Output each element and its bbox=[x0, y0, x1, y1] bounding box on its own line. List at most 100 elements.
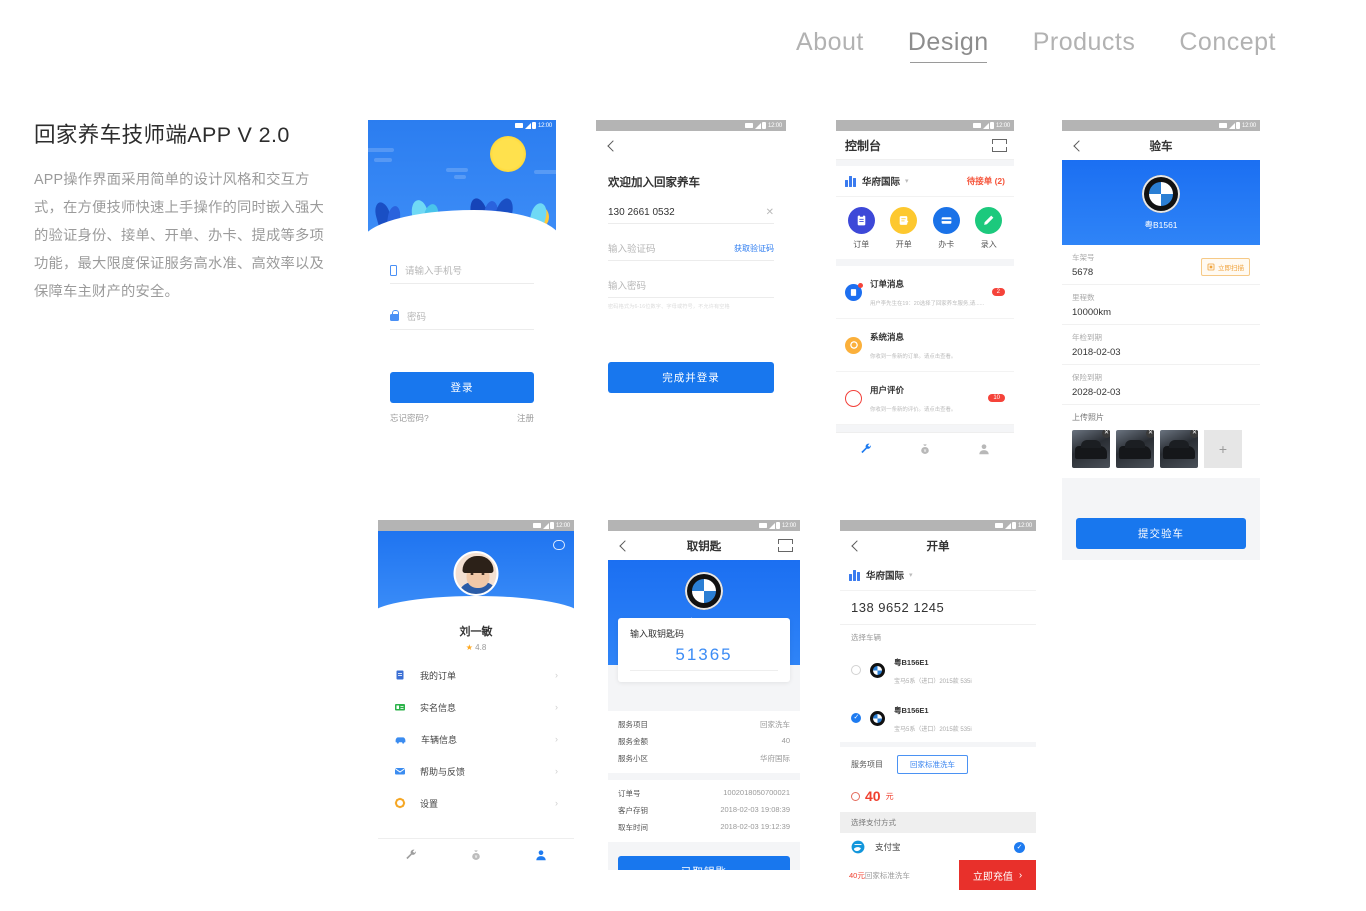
back-icon[interactable] bbox=[1071, 139, 1085, 153]
password-input[interactable]: 输入密码 bbox=[608, 278, 646, 292]
message-row-orders[interactable]: 订单消息 用户李先生在19：20选择了回家养车服务,请...... 2 bbox=[836, 266, 1014, 319]
menu-item-help[interactable]: 帮助与反馈 › bbox=[378, 755, 574, 787]
forgot-password-link[interactable]: 忘记密码? bbox=[390, 412, 429, 424]
nav-item-products[interactable]: Products bbox=[1033, 28, 1136, 63]
payment-option-alipay[interactable]: 支付宝 ✓ bbox=[840, 833, 1036, 862]
back-icon[interactable] bbox=[605, 139, 619, 153]
recharge-button[interactable]: 立即充值 › bbox=[959, 860, 1036, 890]
message-row-reviews[interactable]: 用户评价 你收到一条新的评价。请点击查看。 10 bbox=[836, 372, 1014, 425]
status-time: 12:00 bbox=[995, 122, 1010, 129]
payment-header: 选择支付方式 bbox=[840, 812, 1036, 833]
radio-selected[interactable] bbox=[851, 713, 861, 723]
vehicle-option[interactable]: 粤B156E1 宝马5系（进口）2015款 535i bbox=[840, 646, 1036, 694]
message-row-system[interactable]: 系统消息 你收到一条新的订单。请点击查看。 bbox=[836, 319, 1014, 372]
scan-now-button[interactable]: 立即扫描 bbox=[1201, 258, 1250, 276]
action-entry[interactable]: 录入 bbox=[968, 207, 1011, 250]
register-link[interactable]: 注册 bbox=[517, 412, 534, 424]
avatar[interactable] bbox=[453, 551, 499, 596]
field-value[interactable]: 10000km bbox=[1072, 307, 1250, 318]
gear-icon bbox=[845, 336, 862, 354]
phone-field-row[interactable]: 130 2661 0532 ✕ bbox=[608, 199, 774, 224]
sun-icon bbox=[490, 136, 526, 172]
scan-icon[interactable] bbox=[992, 138, 1007, 152]
add-photo-button[interactable]: + bbox=[1204, 430, 1242, 468]
coin-icon bbox=[851, 791, 860, 801]
phone-input-row[interactable]: 请输入手机号 bbox=[390, 254, 534, 284]
delete-icon[interactable]: ✕ bbox=[1146, 430, 1154, 438]
message-text: 用户评价 你收到一条新的评价。请点击查看。 bbox=[870, 380, 956, 416]
vehicle-plate: 粤B156E1 bbox=[894, 706, 929, 715]
car-icon bbox=[395, 736, 406, 744]
password-field-row[interactable]: 输入密码 bbox=[608, 270, 774, 298]
order-message-icon bbox=[845, 282, 863, 301]
menu-label: 设置 bbox=[420, 798, 439, 809]
photo-thumbnail[interactable]: ✕ bbox=[1160, 430, 1198, 468]
customer-phone[interactable]: 138 9652 1245 bbox=[840, 591, 1036, 625]
signal-icon bbox=[1228, 122, 1235, 129]
spacer bbox=[608, 773, 800, 780]
field-value[interactable]: 2018-02-03 bbox=[1072, 347, 1250, 358]
get-code-button[interactable]: 获取验证码 bbox=[734, 243, 774, 254]
code-input[interactable]: 输入验证码 bbox=[608, 241, 656, 255]
tab-money[interactable]: ¥ bbox=[895, 442, 954, 456]
back-icon[interactable] bbox=[617, 539, 631, 553]
wifi-icon bbox=[973, 123, 982, 128]
back-icon[interactable] bbox=[849, 539, 863, 553]
tab-profile[interactable] bbox=[955, 442, 1014, 456]
delete-icon[interactable]: ✕ bbox=[1190, 430, 1198, 438]
action-billing[interactable]: 开单 bbox=[883, 207, 926, 250]
menu-item-identity[interactable]: 实名信息 › bbox=[378, 691, 574, 723]
code-field-row[interactable]: 输入验证码 获取验证码 bbox=[608, 233, 774, 261]
nav-item-design[interactable]: Design bbox=[908, 28, 989, 63]
tab-wrench[interactable] bbox=[378, 848, 443, 862]
gear-icon bbox=[394, 797, 406, 809]
clear-icon[interactable]: ✕ bbox=[766, 207, 774, 218]
register-form: 欢迎加入回家养车 130 2661 0532 ✕ 输入验证码 获取验证码 输入密… bbox=[596, 174, 786, 393]
field-value[interactable]: 2028-02-03 bbox=[1072, 387, 1250, 398]
scan-icon[interactable] bbox=[778, 539, 793, 552]
phone-input[interactable]: 请输入手机号 bbox=[405, 263, 462, 277]
store-selector[interactable]: 华府国际 ▾ bbox=[840, 560, 1036, 591]
password-input-row[interactable]: 密码 bbox=[390, 300, 534, 330]
delete-icon[interactable]: ✕ bbox=[1102, 430, 1110, 438]
photo-thumbnail[interactable]: ✕ bbox=[1072, 430, 1110, 468]
submit-inspection-button[interactable]: 提交验车 bbox=[1076, 518, 1246, 549]
scan-now-label: 立即扫描 bbox=[1218, 265, 1244, 272]
action-label: 订单 bbox=[853, 240, 870, 249]
key-code-value[interactable]: 51365 bbox=[630, 645, 778, 671]
menu-item-settings[interactable]: 设置 › bbox=[378, 787, 574, 819]
tab-profile[interactable] bbox=[509, 848, 574, 862]
detail-row: 服务项目 回家洗车 bbox=[608, 716, 800, 733]
register-title: 欢迎加入回家养车 bbox=[608, 177, 700, 189]
phone-input[interactable]: 130 2661 0532 bbox=[608, 207, 675, 218]
detail-value: 华府国际 bbox=[760, 754, 790, 763]
tab-wrench[interactable] bbox=[836, 442, 895, 456]
status-time: 12:00 bbox=[781, 522, 796, 529]
checkmark-icon[interactable]: ✓ bbox=[1014, 841, 1025, 853]
nav-item-concept[interactable]: Concept bbox=[1179, 28, 1276, 63]
service-tag[interactable]: 回家标准洗车 bbox=[897, 755, 968, 774]
battery-icon bbox=[532, 122, 537, 129]
store-selector[interactable]: 华府国际 ▾ 待接单 (2) bbox=[836, 166, 1014, 197]
nav-item-about[interactable]: About bbox=[796, 28, 864, 63]
status-bar: 12:00 bbox=[608, 520, 800, 531]
detail-value: 1002018050700021 bbox=[723, 788, 790, 797]
radio-unselected[interactable] bbox=[851, 665, 861, 675]
tab-money[interactable]: ¥ bbox=[443, 848, 508, 862]
pending-orders-badge[interactable]: 待接单 (2) bbox=[967, 175, 1005, 187]
chat-icon[interactable] bbox=[553, 540, 565, 550]
key-taken-button[interactable]: 已取钥匙 bbox=[618, 856, 790, 870]
menu-item-my-orders[interactable]: 我的订单 › bbox=[378, 659, 574, 691]
submit-register-button[interactable]: 完成并登录 bbox=[608, 362, 774, 393]
action-orders[interactable]: 订单 bbox=[840, 207, 883, 250]
wifi-icon bbox=[1219, 123, 1228, 128]
detail-row: 取车时间 2018-02-03 19:12:39 bbox=[608, 819, 800, 836]
action-card[interactable]: 办卡 bbox=[925, 207, 968, 250]
wifi-icon bbox=[745, 123, 754, 128]
menu-item-vehicle[interactable]: 车辆信息 › bbox=[378, 723, 574, 755]
photo-thumbnail[interactable]: ✕ bbox=[1116, 430, 1154, 468]
vehicle-option[interactable]: 粤B156E1 宝马5系（进口）2015款 535i bbox=[840, 694, 1036, 742]
login-button[interactable]: 登录 bbox=[390, 372, 534, 403]
password-input[interactable]: 密码 bbox=[407, 309, 426, 323]
vehicle-info: 粤B156E1 宝马5系（进口）2015款 535i bbox=[894, 700, 972, 736]
